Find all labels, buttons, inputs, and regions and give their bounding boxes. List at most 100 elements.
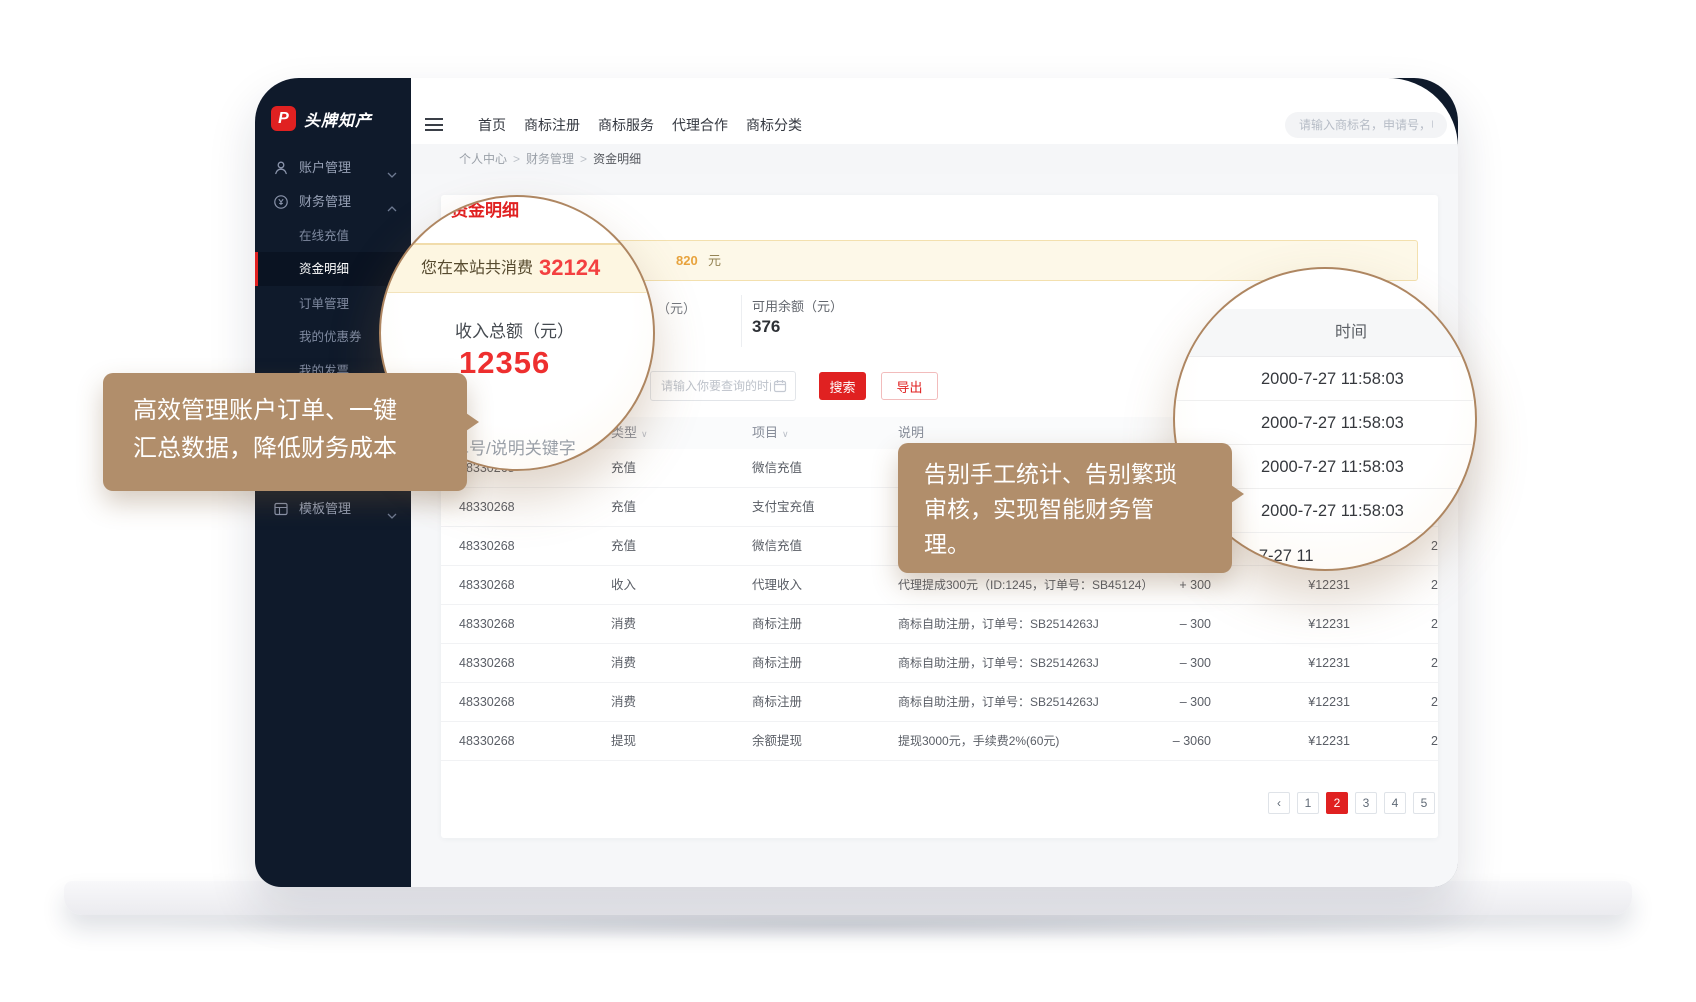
cell-time: 2000-7-27 11:58:03	[1431, 644, 1438, 682]
cell-order-no: 48330268	[459, 722, 515, 760]
cell-project: 支付宝充值	[752, 488, 815, 526]
sidebar-item-finance[interactable]: 财务管理	[255, 185, 411, 219]
cell-type: 充值	[611, 449, 636, 487]
template-icon	[273, 501, 289, 520]
cell-order-no: 48330268	[459, 605, 515, 643]
pagination-page-1[interactable]: 1	[1297, 792, 1319, 814]
nav-item-home[interactable]: 首页	[478, 114, 506, 136]
sidebar-item-templates[interactable]: 模板管理	[255, 492, 411, 526]
nav-item-category[interactable]: 商标分类	[746, 114, 802, 136]
cell-type: 收入	[611, 566, 636, 604]
cell-type: 充值	[611, 488, 636, 526]
breadcrumb-separator: >	[580, 152, 587, 166]
pagination-page-3[interactable]: 3	[1355, 792, 1377, 814]
cell-project: 商标注册	[752, 644, 802, 682]
callout-arrow-icon	[1231, 485, 1244, 503]
cell-balance: ¥12231	[1308, 644, 1350, 682]
nav-item-register[interactable]: 商标注册	[524, 114, 580, 136]
magnified-time-header: 时间	[1175, 309, 1477, 357]
magnified-time-value: 2000-7-27 11:58:03	[1261, 401, 1404, 445]
date-query-input[interactable]	[661, 372, 771, 400]
chevron-down-icon	[387, 507, 397, 522]
breadcrumb-item[interactable]: 个人中心	[459, 152, 507, 166]
nav-item-services[interactable]: 商标服务	[598, 114, 654, 136]
cell-order-no: 48330268	[459, 566, 515, 604]
cell-project: 商标注册	[752, 683, 802, 721]
table-row: 48330268 提现 余额提现 提现3000元，手续费2%(60元) – 30…	[441, 722, 1438, 761]
cell-description: 商标自助注册，订单号：SB2514263J	[898, 683, 1099, 721]
cell-type: 消费	[611, 644, 636, 682]
magnified-notice-value: 32124	[539, 245, 600, 291]
magnified-income-value: 12356	[459, 345, 550, 381]
magnified-time-value: 2000-7-27 11:58:03	[1261, 357, 1404, 401]
cell-description: 商标自助注册，订单号：SB2514263J	[898, 605, 1099, 643]
search-input[interactable]	[1299, 112, 1433, 138]
magnified-notice-bar: 您在本站共消费 32124	[381, 243, 655, 293]
cell-project: 代理收入	[752, 566, 802, 604]
sidebar-item-label: 订单管理	[299, 287, 349, 321]
sidebar-item-account[interactable]: 账户管理	[255, 151, 411, 185]
hamburger-menu-icon[interactable]	[425, 118, 443, 132]
col-project-sort[interactable]: 项目	[752, 417, 789, 450]
top-nav: 首页 商标注册 商标服务 代理合作 商标分类	[478, 114, 802, 136]
cell-description: 商标自助注册，订单号：SB2514263J	[898, 644, 1099, 682]
sidebar-item-label: 模板管理	[299, 492, 351, 526]
notice-unit: 元	[708, 241, 721, 280]
table-row: 48330268 消费 商标注册 商标自助注册，订单号：SB2514263J –…	[441, 605, 1438, 644]
mockup-canvas: P 头牌知产 账户管理 财务管理 在线充值 资金明细 订单管理	[0, 0, 1696, 1002]
cell-amount: – 300	[1180, 644, 1211, 682]
cell-project: 余额提现	[752, 722, 802, 760]
pagination-prev[interactable]: ‹	[1268, 792, 1290, 814]
cell-type: 消费	[611, 605, 636, 643]
callout-right-line3: 理。	[924, 527, 1232, 562]
callout-right-line2: 审核，实现智能财务管	[924, 492, 1232, 527]
sidebar-item-label: 资金明细	[299, 252, 349, 286]
breadcrumb-item[interactable]: 财务管理	[526, 152, 574, 166]
nav-item-agency[interactable]: 代理合作	[672, 114, 728, 136]
callout-left: 高效管理账户订单、一键 汇总数据，降低财务成本	[103, 373, 467, 491]
magnified-time-row: 2000-7-27 11:58:03	[1175, 357, 1477, 401]
chevron-down-icon	[387, 166, 397, 181]
cell-order-no: 48330268	[459, 683, 515, 721]
cell-balance: ¥12231	[1308, 683, 1350, 721]
cell-type: 消费	[611, 683, 636, 721]
logo-icon: P	[271, 106, 296, 131]
sidebar-item-label: 财务管理	[299, 185, 351, 219]
cell-balance: ¥12231	[1308, 722, 1350, 760]
stat-expense-label-partial: （元）	[657, 298, 696, 317]
search-button[interactable]: 搜索	[819, 372, 866, 400]
magnified-income-label: 收入总额（元）	[455, 317, 574, 342]
callout-arrow-icon	[466, 413, 479, 431]
date-query-field	[650, 371, 796, 401]
cell-time: 2000-7-27 11:58:03	[1431, 605, 1438, 643]
cell-project: 微信充值	[752, 527, 802, 565]
magnified-time-header-label: 时间	[1335, 309, 1367, 357]
stat-divider	[741, 295, 742, 347]
pagination-page-2-active[interactable]: 2	[1326, 792, 1348, 814]
cell-time: 2000-7-27 11:58:03	[1431, 566, 1438, 604]
user-icon	[273, 160, 289, 179]
callout-left-line1: 高效管理账户订单、一键	[133, 392, 467, 430]
cell-amount: – 300	[1180, 605, 1211, 643]
cell-description: 提现3000元，手续费2%(60元)	[898, 722, 1059, 760]
cell-project: 商标注册	[752, 605, 802, 643]
cell-order-no: 48330268	[459, 527, 515, 565]
magnified-tab: 资金明细	[451, 196, 519, 221]
callout-left-line2: 汇总数据，降低财务成本	[133, 430, 467, 468]
cell-type: 提现	[611, 722, 636, 760]
cell-amount: – 3060	[1173, 722, 1211, 760]
export-button[interactable]: 导出	[881, 372, 938, 400]
breadcrumb-current: 资金明细	[593, 152, 641, 166]
magnified-time-partial: 00-7-27 11	[1235, 547, 1314, 566]
magnified-time-value: 2000-7-27 11:58:03	[1261, 489, 1404, 533]
pagination-page-4[interactable]: 4	[1384, 792, 1406, 814]
stat-balance-value: 376	[752, 317, 780, 337]
logo[interactable]: P 头牌知产	[271, 106, 372, 131]
sidebar-item-label: 账户管理	[299, 151, 351, 185]
pagination-page-5[interactable]: 5	[1413, 792, 1435, 814]
sidebar-item-label: 我的优惠券	[299, 320, 362, 354]
cell-project: 微信充值	[752, 449, 802, 487]
cell-time: 2000-7-27 11:58:03	[1431, 683, 1438, 721]
chevron-up-icon	[387, 200, 397, 215]
callout-right-line1: 告别手工统计、告别繁琐	[924, 457, 1232, 492]
